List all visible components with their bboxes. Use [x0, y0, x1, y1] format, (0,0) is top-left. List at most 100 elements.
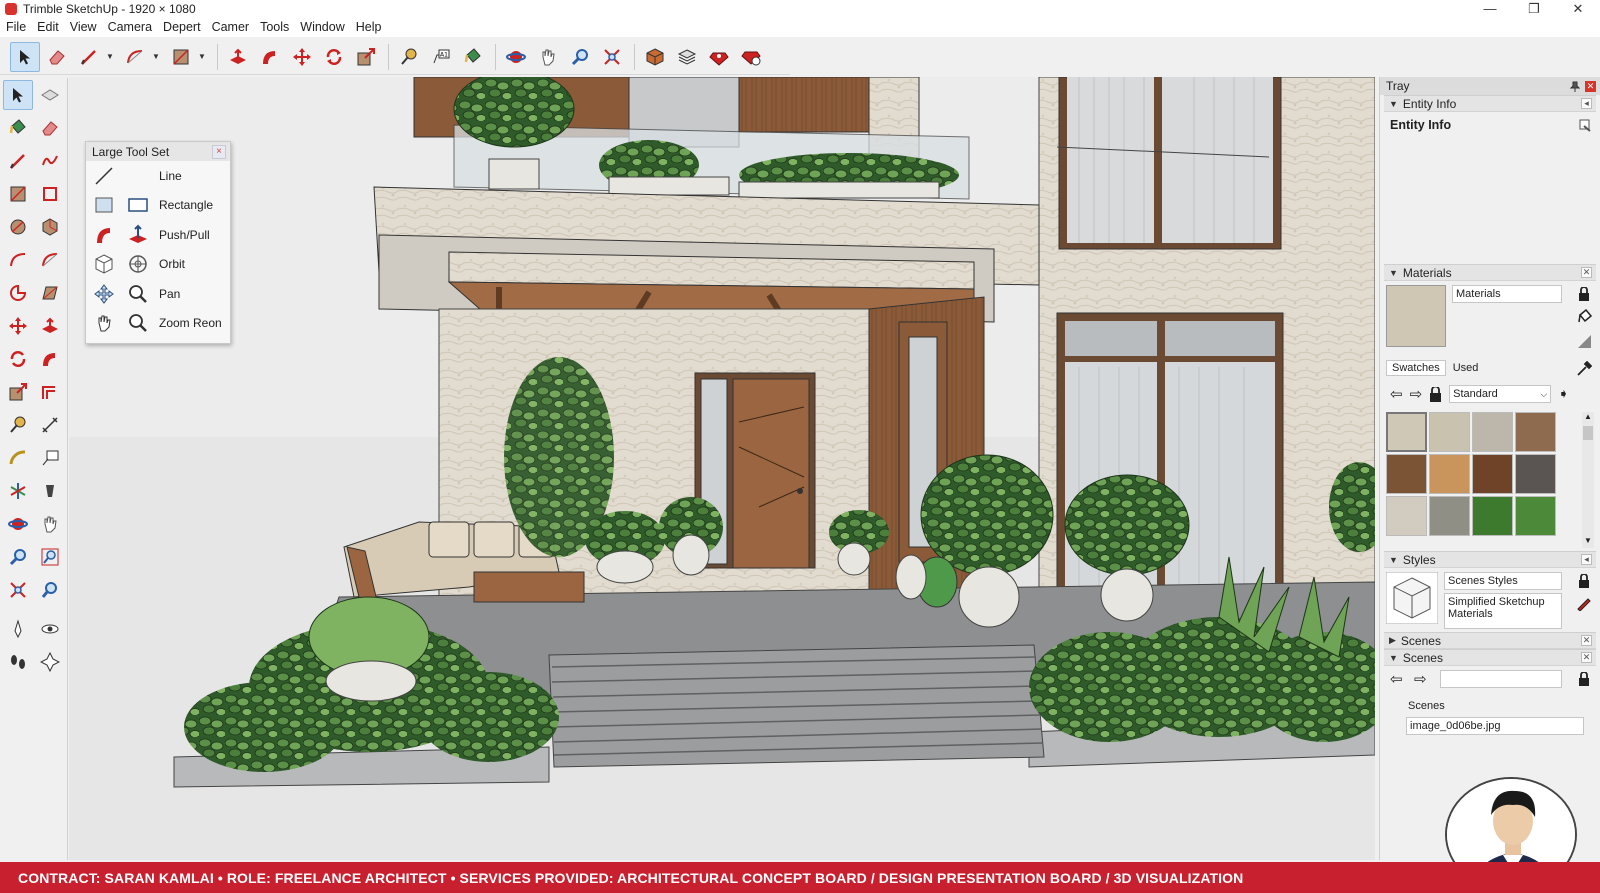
select-tool-button[interactable]	[10, 41, 40, 72]
rotate-tool-button[interactable]	[319, 42, 349, 72]
lts-item-orbit[interactable]: Orbit	[86, 250, 230, 280]
scroll-up-arrow-icon[interactable]: ▲	[1582, 412, 1594, 424]
dimension-tool-button[interactable]: A1	[426, 42, 456, 72]
left-rectangle-button[interactable]	[3, 179, 33, 209]
menu-help[interactable]: Help	[356, 20, 390, 34]
menu-camera[interactable]: Camera	[108, 20, 160, 34]
left-previous-view-button[interactable]	[35, 575, 65, 605]
left-pan-button[interactable]	[35, 509, 65, 539]
forward-arrow-icon[interactable]: ⇨	[1410, 385, 1423, 403]
style-description-field[interactable]: Simplified Sketchup Materials	[1444, 593, 1562, 629]
left-make-component-button[interactable]	[35, 80, 65, 110]
styles-panel-header[interactable]: ▼ Styles ◂	[1384, 551, 1596, 568]
left-pie-button[interactable]	[3, 278, 33, 308]
left-walk-nav-button[interactable]	[35, 647, 65, 677]
large-tool-set-close-button[interactable]: ×	[212, 144, 226, 159]
lock-icon[interactable]	[1578, 672, 1590, 686]
left-arc-button[interactable]	[3, 245, 33, 275]
display-secondary-icon[interactable]	[1576, 333, 1592, 349]
menu-file[interactable]: File	[6, 20, 34, 34]
scenes-collapsed-close-button[interactable]: ✕	[1581, 635, 1592, 646]
left-zoom-extents-button[interactable]	[3, 575, 33, 605]
material-swatch[interactable]	[1472, 454, 1513, 494]
style-name-field[interactable]: Scenes Styles	[1444, 572, 1562, 590]
lts-item-rectangle[interactable]: Rectangle	[86, 191, 230, 221]
left-walk-button[interactable]	[3, 647, 33, 677]
left-axes-button[interactable]	[3, 476, 33, 506]
scenes-close-button[interactable]: ✕	[1581, 652, 1592, 663]
sample-paint-eyedropper-icon[interactable]	[1576, 361, 1592, 377]
material-swatch[interactable]	[1429, 412, 1470, 452]
lts-item-zoom[interactable]: Zoom Reon	[86, 309, 230, 339]
details-arrow-icon[interactable]: ➧	[1558, 386, 1569, 402]
left-circle-button[interactable]	[3, 212, 33, 242]
lock-icon[interactable]	[1578, 287, 1590, 301]
3d-warehouse-button[interactable]	[640, 42, 670, 72]
material-name-field[interactable]: Materials	[1452, 285, 1562, 303]
lts-item-push-pull[interactable]: Push/Pull	[86, 220, 230, 250]
tray-close-button[interactable]: ✕	[1585, 80, 1596, 92]
menu-view[interactable]: View	[70, 20, 105, 34]
left-zoom-button[interactable]	[3, 542, 33, 572]
left-3d-text-button[interactable]	[35, 476, 65, 506]
orbit-tool-button[interactable]	[501, 42, 531, 72]
tape-measure-tool-button[interactable]	[394, 42, 424, 72]
extension-warehouse-button[interactable]	[672, 42, 702, 72]
create-material-icon[interactable]	[1576, 309, 1592, 325]
left-dimension-button[interactable]	[35, 410, 65, 440]
left-tape-measure-button[interactable]	[3, 410, 33, 440]
tab-swatches[interactable]: Swatches	[1386, 360, 1446, 376]
scenes-search-field[interactable]	[1440, 670, 1562, 688]
line-dropdown-arrow-icon[interactable]: ▼	[106, 52, 116, 61]
left-line-button[interactable]	[3, 146, 33, 176]
menu-camer[interactable]: Camer	[212, 20, 258, 34]
menu-depert[interactable]: Depert	[163, 20, 209, 34]
zoom-tool-button[interactable]	[565, 42, 595, 72]
line-tool-button[interactable]	[74, 42, 104, 72]
ruby-console-button[interactable]	[704, 42, 734, 72]
scale-tool-button[interactable]	[351, 42, 381, 72]
push-pull-tool-button[interactable]	[223, 42, 253, 72]
left-2point-arc-button[interactable]	[35, 245, 65, 275]
material-swatch[interactable]	[1429, 454, 1470, 494]
left-follow-me-button[interactable]	[35, 344, 65, 374]
left-polygon-button[interactable]	[35, 212, 65, 242]
scene-item[interactable]: image_0d06be.jpg	[1406, 717, 1584, 735]
entity-info-details-icon[interactable]	[1578, 118, 1592, 132]
scenes-panel-header[interactable]: ▼ Scenes ✕	[1384, 649, 1596, 666]
scroll-thumb[interactable]	[1583, 426, 1593, 440]
arc-dropdown-arrow-icon[interactable]: ▼	[152, 52, 162, 61]
zoom-extents-tool-button[interactable]	[597, 42, 627, 72]
left-select-button[interactable]	[3, 79, 33, 110]
material-swatch[interactable]	[1386, 454, 1427, 494]
material-swatch[interactable]	[1386, 496, 1427, 536]
shape-tool-button[interactable]	[166, 42, 196, 72]
arc-tool-button[interactable]	[120, 42, 150, 72]
material-swatch[interactable]	[1515, 496, 1556, 536]
eraser-tool-button[interactable]	[42, 42, 72, 72]
material-swatch[interactable]	[1515, 454, 1556, 494]
menu-tools[interactable]: Tools	[260, 20, 297, 34]
scenes-collapsed-panel-header[interactable]: ▶ Scenes ✕	[1384, 632, 1596, 649]
left-look-around-button[interactable]	[35, 614, 65, 644]
left-scale-button[interactable]	[3, 377, 33, 407]
materials-panel-header[interactable]: ▼ Materials ✕	[1384, 264, 1596, 281]
tab-used[interactable]: Used	[1448, 360, 1484, 376]
left-zoom-window-button[interactable]	[35, 542, 65, 572]
move-tool-button[interactable]	[287, 42, 317, 72]
left-push-pull-button[interactable]	[35, 311, 65, 341]
material-library-select[interactable]: Standard ⌵	[1449, 385, 1552, 403]
home-icon[interactable]	[1429, 386, 1442, 402]
left-move-button[interactable]	[3, 311, 33, 341]
lock-icon[interactable]	[1578, 574, 1590, 588]
material-swatch[interactable]	[1472, 412, 1513, 452]
material-swatch[interactable]	[1515, 412, 1556, 452]
paint-bucket-tool-button[interactable]	[458, 42, 488, 72]
left-protractor-button[interactable]	[3, 443, 33, 473]
lts-item-line[interactable]: Line	[86, 161, 230, 191]
left-eraser-button[interactable]	[35, 113, 65, 143]
extension-manager-button[interactable]	[736, 42, 766, 72]
update-style-pencil-icon[interactable]	[1576, 595, 1592, 611]
left-rotate-button[interactable]	[3, 344, 33, 374]
entity-info-collapse-button[interactable]: ◂	[1581, 98, 1592, 109]
